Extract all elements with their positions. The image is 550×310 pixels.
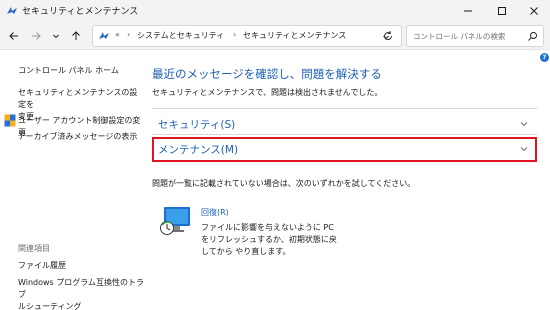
- close-button[interactable]: [518, 0, 550, 22]
- security-section-header[interactable]: セキュリティ(S): [152, 112, 537, 136]
- recovery-link[interactable]: 回復(R): [201, 207, 229, 218]
- breadcrumb-security-maintenance[interactable]: セキュリティとメンテナンス: [243, 30, 346, 41]
- search-placeholder[interactable]: コントロール パネルの検索: [413, 31, 505, 42]
- minimize-icon: [464, 10, 472, 12]
- search-icon: [528, 32, 537, 41]
- search-box[interactable]: コントロール パネルの検索: [406, 25, 544, 47]
- title-bar: セキュリティとメンテナンス: [0, 0, 550, 22]
- forward-icon: [32, 32, 41, 40]
- divider: [152, 108, 537, 109]
- sidebar-link-line: セキュリティとメンテナンスの設定を: [18, 88, 138, 109]
- maintenance-section-label: メンテナンス(M): [158, 144, 239, 156]
- sidebar-link-line: Windows プログラム互換性のトラブ: [18, 278, 145, 299]
- maximize-button[interactable]: [486, 0, 518, 22]
- chevron-down-icon: [520, 122, 528, 127]
- back-icon: [9, 32, 18, 40]
- refresh-icon: [384, 30, 392, 40]
- chevron-down-icon: [520, 147, 528, 152]
- sidebar-home-link[interactable]: コントロール パネル ホーム: [18, 65, 119, 77]
- sidebar-archived-messages-link[interactable]: アーカイブ済みメッセージの表示: [18, 131, 137, 143]
- breadcrumb-overflow[interactable]: «: [115, 30, 120, 39]
- breadcrumb-system-security[interactable]: システムとセキュリティ: [137, 30, 224, 41]
- sidebar-link-line: ルシューティング: [18, 302, 82, 310]
- page-title: 最近のメッセージを確認し、問題を解決する: [152, 67, 382, 81]
- window-title: セキュリティとメンテナンス: [22, 7, 139, 17]
- breadcrumb-separator: ›: [127, 30, 131, 39]
- recovery-description-line: ファイルに影響を与えないように PC: [201, 223, 334, 232]
- address-bar[interactable]: « › システムとセキュリティ › セキュリティとメンテナンス: [92, 25, 402, 47]
- recovery-icon[interactable]: [160, 206, 192, 236]
- related-heading: 関連項目: [18, 244, 50, 253]
- help-button[interactable]: ?: [540, 53, 549, 62]
- recovery-description-line: してから やり直します。: [201, 247, 291, 256]
- sidebar-compat-troubleshoot-link[interactable]: Windows プログラム互換性のトラブ ルシューティング: [18, 277, 145, 310]
- close-icon: [530, 7, 538, 15]
- sidebar-file-history-link[interactable]: ファイル履歴: [18, 260, 66, 272]
- page-subtitle: セキュリティとメンテナンスで、問題は検出されませんでした。: [152, 88, 383, 97]
- recent-locations-button[interactable]: [46, 26, 66, 46]
- up-button[interactable]: [66, 26, 86, 46]
- chevron-down-icon: [53, 34, 59, 39]
- minimize-button[interactable]: [452, 0, 484, 22]
- recovery-description-line: をリフレッシュするか、初期状態に戻: [201, 235, 337, 244]
- shield-icon: [4, 114, 16, 127]
- forward-button[interactable]: [26, 26, 46, 46]
- divider: [152, 134, 537, 135]
- breadcrumb-separator: ›: [233, 30, 237, 39]
- up-icon: [72, 31, 80, 40]
- control-panel-icon: [7, 7, 17, 14]
- refresh-button[interactable]: [378, 26, 398, 46]
- maintenance-section-header[interactable]: メンテナンス(M): [152, 137, 537, 162]
- control-panel-icon: [99, 32, 109, 39]
- security-section-label: セキュリティ(S): [158, 119, 236, 131]
- sidebar: コントロール パネル ホーム セキュリティとメンテナンスの設定を 変更 ユーザー…: [0, 51, 145, 310]
- maximize-icon: [498, 7, 506, 15]
- back-button[interactable]: [4, 26, 24, 46]
- navigation-bar: « › システムとセキュリティ › セキュリティとメンテナンス コントロール パ…: [0, 22, 550, 50]
- troubleshoot-note: 問題が一覧に記載されていない場合は、次のいずれかを試してください。: [152, 179, 416, 188]
